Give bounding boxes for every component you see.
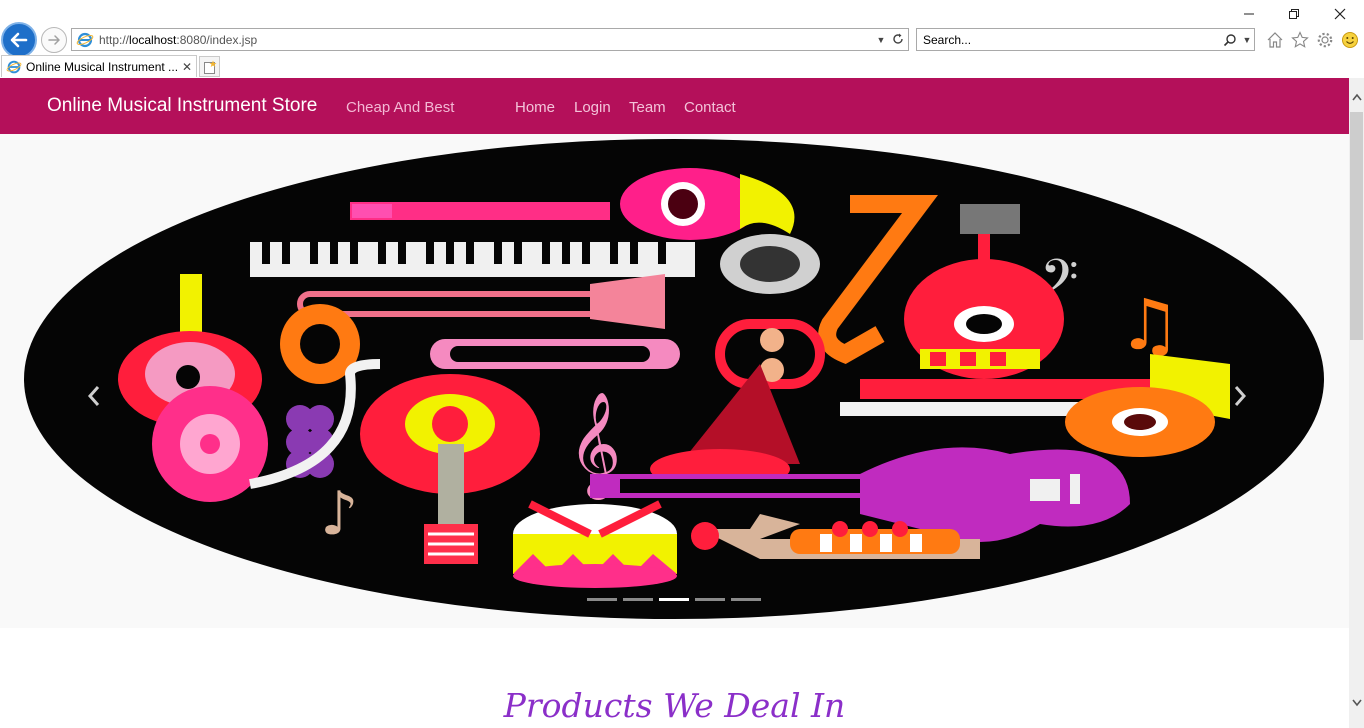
- carousel-indicator[interactable]: [731, 598, 761, 601]
- chevron-right-icon: [1234, 386, 1247, 406]
- nav-link-team[interactable]: Team: [629, 99, 666, 116]
- svg-text:♫: ♫: [1118, 284, 1181, 366]
- tab-title: Online Musical Instrument ...: [26, 59, 179, 74]
- chevron-down-icon: ▼: [1242, 34, 1252, 45]
- minimize-button[interactable]: [1234, 4, 1264, 24]
- restore-icon: [1289, 9, 1299, 19]
- arrow-left-icon: [10, 32, 28, 48]
- browser-tab[interactable]: Online Musical Instrument ... ✕: [1, 55, 197, 77]
- arrow-right-icon: [48, 35, 60, 45]
- chevron-left-icon: [87, 386, 100, 406]
- nav-link-home[interactable]: Home: [515, 99, 555, 116]
- chevron-up-icon: [1351, 93, 1362, 101]
- carousel-indicator-active[interactable]: [659, 598, 689, 601]
- carousel-indicator[interactable]: [623, 598, 653, 601]
- carousel-indicators: [587, 598, 761, 604]
- address-url: http://localhost:8080/index.jsp: [99, 32, 258, 47]
- carousel-indicator[interactable]: [695, 598, 725, 601]
- site-brand[interactable]: Online Musical Instrument Store: [47, 95, 317, 117]
- close-icon: [1334, 8, 1346, 20]
- carousel-next-button[interactable]: [1231, 384, 1261, 424]
- products-section-title: Products We Deal In: [503, 686, 846, 725]
- nav-link-login[interactable]: Login: [574, 99, 611, 116]
- vertical-scrollbar[interactable]: [1349, 78, 1364, 728]
- favorites-button[interactable]: [1289, 29, 1311, 51]
- new-tab-button[interactable]: [199, 56, 220, 77]
- nav-link-contact[interactable]: Contact: [684, 99, 736, 116]
- home-icon: [1267, 32, 1283, 48]
- star-icon: [1291, 31, 1309, 48]
- forward-button[interactable]: [41, 27, 67, 53]
- new-tab-icon: [203, 60, 216, 74]
- scroll-up-button[interactable]: [1349, 90, 1364, 104]
- page-viewport: Online Musical Instrument Store Cheap An…: [0, 78, 1349, 728]
- ie-logo-icon: [76, 32, 94, 47]
- tools-button[interactable]: [1314, 29, 1336, 51]
- browser-chrome: http://localhost:8080/index.jsp ▼ ▼ Onli…: [0, 0, 1364, 78]
- search-dropdown-button[interactable]: ▼: [1240, 35, 1254, 45]
- gear-icon: [1317, 32, 1333, 48]
- address-dropdown-button[interactable]: ▼: [874, 35, 888, 45]
- tab-close-icon[interactable]: ✕: [180, 60, 194, 74]
- search-input[interactable]: [917, 32, 1220, 47]
- scroll-down-button[interactable]: [1349, 696, 1364, 710]
- minimize-icon: [1244, 13, 1254, 15]
- search-box[interactable]: ▼: [916, 28, 1255, 51]
- feedback-button[interactable]: [1339, 29, 1361, 51]
- home-button[interactable]: [1264, 29, 1286, 51]
- carousel-prev-button[interactable]: [85, 384, 115, 424]
- restore-button[interactable]: [1279, 4, 1309, 24]
- carousel-indicator[interactable]: [587, 598, 617, 601]
- refresh-button[interactable]: [888, 32, 908, 48]
- close-window-button[interactable]: [1325, 4, 1355, 24]
- svg-text:♪: ♪: [320, 479, 358, 549]
- chevron-down-icon: ▼: [876, 34, 886, 45]
- hero-carousel: 𝄞 ♪ 𝄢 ♫: [0, 134, 1349, 628]
- chevron-down-icon: [1351, 699, 1362, 707]
- scrollbar-thumb[interactable]: [1350, 112, 1363, 340]
- smiley-icon: [1342, 32, 1358, 48]
- site-tagline: Cheap And Best: [346, 99, 455, 116]
- site-navbar: Online Musical Instrument Store Cheap An…: [0, 78, 1349, 134]
- ie-logo-icon: [6, 60, 22, 73]
- search-button[interactable]: [1220, 33, 1240, 47]
- search-icon: [1223, 33, 1236, 46]
- back-button[interactable]: [1, 22, 37, 58]
- musical-instruments-illustration: 𝄞 ♪ 𝄢 ♫: [0, 134, 1349, 628]
- address-bar[interactable]: http://localhost:8080/index.jsp ▼: [71, 28, 909, 51]
- refresh-icon: [893, 33, 903, 44]
